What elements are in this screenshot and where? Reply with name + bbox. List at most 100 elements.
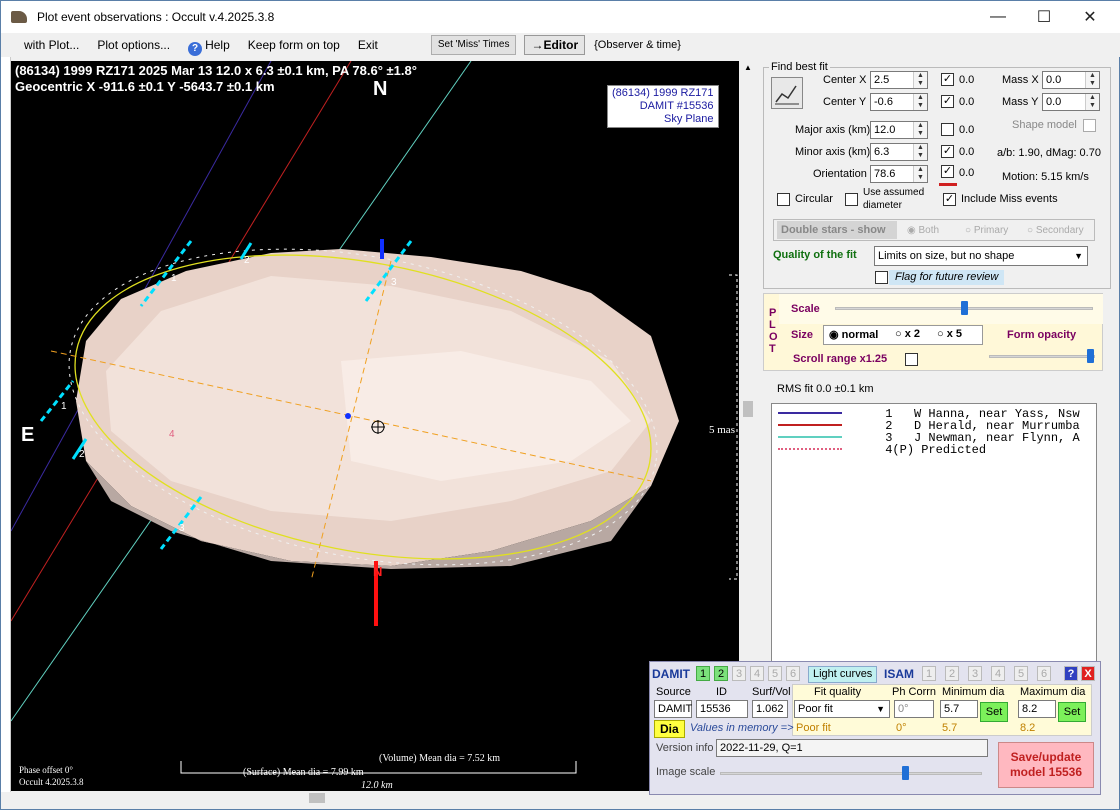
size-x5-radio[interactable]: ○ x 5 (937, 328, 962, 340)
values-memory-label: Values in memory => (690, 722, 794, 734)
minor-axis-err: 0.0 (959, 146, 975, 158)
isam-num-6[interactable]: 6 (1037, 666, 1051, 681)
help-label: Help (205, 38, 230, 52)
mem-fit-quality: Poor fit (796, 722, 831, 734)
ph-corr-field[interactable]: 0° (894, 700, 934, 718)
dia-button[interactable]: Dia (654, 720, 685, 738)
min-dia-set-button[interactable]: Set (980, 702, 1008, 722)
menu-observer-time[interactable]: {Observer & time} (585, 34, 690, 56)
save-update-button[interactable]: Save/update model 15536 (998, 742, 1094, 788)
editor-button[interactable]: →Editor (524, 35, 586, 55)
mass-x-input[interactable]: 0.0 ▲ ▼ (1042, 71, 1100, 89)
menu-keep-on-top[interactable]: Keep form on top (239, 34, 349, 56)
menu-with-plot[interactable]: with Plot... (15, 34, 88, 56)
observer-list[interactable]: 1 W Hanna, near Yass, Nsw 2 D Herald, ne… (771, 403, 1097, 665)
opacity-slider[interactable] (989, 349, 1095, 363)
isam-num-4[interactable]: 4 (991, 666, 1005, 681)
chevron-down-icon: ▼ (1074, 251, 1083, 261)
save-model-label: model 15536 (1009, 765, 1083, 779)
size-normal-radio[interactable]: ◉ normal (829, 328, 878, 341)
id-field[interactable]: 15536 (696, 700, 748, 718)
main-window: Plot event observations : Occult v.4.202… (0, 0, 1120, 810)
orientation-input[interactable]: 78.6 ▲ ▼ (870, 165, 928, 183)
find-best-fit-label: Find best fit (769, 61, 830, 73)
damit-num-1[interactable]: 1 (696, 666, 710, 681)
id-header: ID (716, 686, 727, 698)
both-radio[interactable]: ◉ Both (907, 225, 939, 236)
major-axis-input[interactable]: 12.0 ▲ ▼ (870, 121, 928, 139)
scroll-range-label: Scroll range x1.25 (793, 353, 888, 365)
center-y-input[interactable]: -0.6 ▲ ▼ (870, 93, 928, 111)
size-normal-label: normal (841, 329, 879, 341)
orientation-checkbox[interactable]: ✓ (941, 165, 954, 178)
isam-num-3[interactable]: 3 (968, 666, 982, 681)
minor-axis-input[interactable]: 6.3 ▲ ▼ (870, 143, 928, 161)
shape-model-checkbox[interactable] (1083, 119, 1096, 132)
damit-num-6[interactable]: 6 (786, 666, 800, 681)
center-y-checkbox[interactable]: ✓ (941, 95, 954, 108)
double-stars-button[interactable]: Double stars - show (777, 221, 897, 239)
surf-field[interactable]: 1.062 (752, 700, 788, 718)
use-assumed-checkbox[interactable] (845, 193, 858, 206)
include-miss-label: Include Miss events (961, 193, 1058, 205)
source-field[interactable]: DAMIT (654, 700, 692, 718)
circular-checkbox[interactable] (777, 193, 790, 206)
max-dia-set-button[interactable]: Set (1058, 702, 1086, 722)
use-assumed-label: Use assumed (863, 187, 925, 198)
horizontal-scrollbar[interactable] (11, 791, 739, 805)
max-dia-field[interactable]: 8.2 (1018, 700, 1056, 718)
scroll-thumb[interactable] (743, 401, 753, 417)
ab-info: a/b: 1.90, dMag: 0.70 (997, 147, 1101, 159)
damit-num-4[interactable]: 4 (750, 666, 764, 681)
damit-num-3[interactable]: 3 (732, 666, 746, 681)
primary-radio[interactable]: ○ Primary (965, 225, 1008, 236)
ph-corr-header: Ph Corrn (892, 686, 937, 698)
include-miss-checkbox[interactable]: ✓ (943, 193, 956, 206)
flag-checkbox[interactable] (875, 271, 888, 284)
isam-num-2[interactable]: 2 (945, 666, 959, 681)
menu-exit[interactable]: Exit (349, 34, 387, 56)
mass-y-input[interactable]: 0.0 ▲ ▼ (1042, 93, 1100, 111)
center-x-label: Center X (823, 74, 867, 86)
plot-area[interactable]: 1 2 3 1 2 3 4 N E N 5 mas (Volume) Mean … (11, 61, 739, 791)
menu-help[interactable]: ? Help (179, 34, 239, 56)
rms-fit: RMS fit 0.0 ±0.1 km (777, 383, 874, 395)
plot-vertical-label: P L O T (769, 307, 778, 355)
isam-num-5[interactable]: 5 (1014, 666, 1028, 681)
quality-select[interactable]: Limits on size, but no shape ▼ (874, 246, 1088, 266)
damit-num-2[interactable]: 2 (714, 666, 728, 681)
secondary-radio[interactable]: ○ Secondary (1027, 225, 1084, 236)
min-dia-field[interactable]: 5.7 (940, 700, 978, 718)
scale-slider[interactable] (835, 301, 1093, 315)
center-x-checkbox[interactable]: ✓ (941, 73, 954, 86)
set-miss-times-button[interactable]: Set 'Miss' Times (430, 35, 517, 55)
center-x-input[interactable]: 2.5 ▲ ▼ (870, 71, 928, 89)
info-plane: Sky Plane (663, 113, 714, 125)
fit-quality-select[interactable]: Poor fit ▼ (794, 700, 890, 718)
find-fit-button[interactable] (771, 77, 803, 109)
isam-num-1[interactable]: 1 (922, 666, 936, 681)
chord-label-1: 1 (171, 273, 177, 284)
version-info-field[interactable]: 2022-11-29, Q=1 (716, 739, 988, 757)
minimize-button[interactable]: — (975, 1, 1021, 33)
scroll-range-checkbox[interactable] (905, 353, 918, 366)
light-curves-button[interactable]: Light curves (808, 666, 878, 683)
maximize-button[interactable]: ☐ (1021, 1, 1067, 33)
menu-bar: with Plot... Plot options... ? Help Keep … (1, 33, 1120, 57)
source-header: Source (656, 686, 691, 698)
size-x2-radio[interactable]: ○ x 2 (895, 328, 920, 340)
chart-icon (775, 85, 799, 105)
major-axis-checkbox[interactable] (941, 123, 954, 136)
north-label: N (373, 78, 387, 100)
menu-plot-options[interactable]: Plot options... (88, 34, 179, 56)
center-y-err: 0.0 (959, 96, 975, 108)
close-button[interactable]: ✕ (1067, 1, 1113, 33)
damit-help-button[interactable]: ? (1064, 666, 1078, 681)
damit-close-button[interactable]: X (1081, 666, 1095, 681)
hscroll-thumb[interactable] (309, 793, 325, 803)
scroll-up-icon[interactable]: ▲ (744, 63, 752, 72)
minor-axis-checkbox[interactable]: ✓ (941, 145, 954, 158)
list-item[interactable]: 4(P) Predicted (772, 444, 986, 456)
image-scale-slider[interactable] (720, 766, 982, 780)
damit-num-5[interactable]: 5 (768, 666, 782, 681)
